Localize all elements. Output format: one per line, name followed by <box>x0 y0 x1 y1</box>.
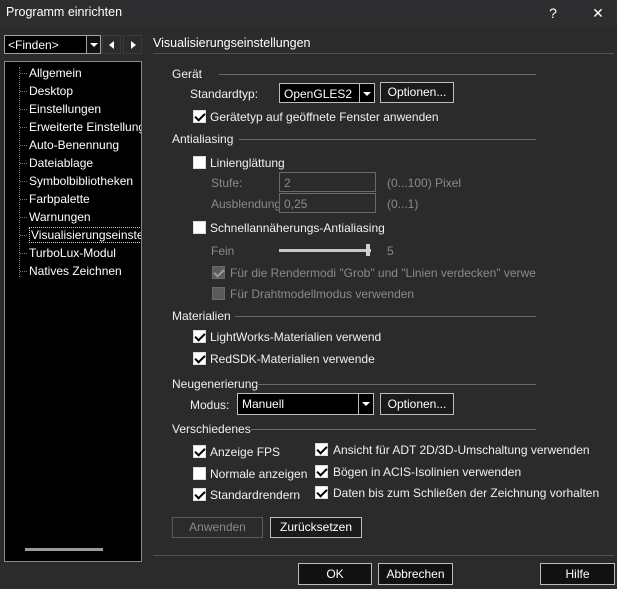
apply-open-windows-checkbox[interactable] <box>193 110 206 123</box>
modus-value: Manuell <box>242 397 285 411</box>
linienglaettung-label: Linienglättung <box>210 156 285 170</box>
ausblendung-value: 0,25 <box>284 197 308 211</box>
tree-item-einstellungen[interactable]: Einstellungen <box>19 100 101 118</box>
apply-open-windows-label: Gerätetyp auf geöffnete Fenster anwenden <box>210 110 439 124</box>
neugenerierung-optionen-button[interactable]: Optionen... <box>380 393 454 415</box>
lightworks-checkbox[interactable] <box>193 330 206 343</box>
footer-divider <box>153 555 614 556</box>
drahtmodell-checkbox[interactable] <box>212 287 225 300</box>
ausblendung-hint: (0...1) <box>387 197 419 211</box>
tree-item-natives-zeichnen[interactable]: Natives Zeichnen <box>19 262 122 280</box>
drahtmodell-label: Für Drahtmodellmodus verwenden <box>230 287 415 301</box>
daten-vorhalten-checkbox[interactable] <box>315 486 328 499</box>
fein-label: Fein <box>211 244 235 258</box>
tree-item-allgemein[interactable]: Allgemein <box>19 64 82 82</box>
modus-label: Modus: <box>190 398 230 412</box>
fein-slider[interactable] <box>279 249 371 252</box>
abbrechen-button[interactable]: Abbrechen <box>378 563 453 585</box>
boegen-acis-label: Bögen in ACIS-Isolinien verwenden <box>333 465 522 479</box>
panel-divider <box>153 53 614 54</box>
stufe-label: Stufe: <box>211 176 243 190</box>
stufe-hint: (0...100) Pixel <box>387 176 462 190</box>
tree-item-warnungen[interactable]: Warnungen <box>19 208 91 226</box>
standardrendern-label: Standardrendern <box>210 488 301 502</box>
group-heading-neugenerierung: Neugenerierung <box>172 377 259 391</box>
tree-item-desktop[interactable]: Desktop <box>19 82 73 100</box>
anzeige-fps-checkbox[interactable] <box>193 445 206 458</box>
group-heading-antialiasing: Antialiasing <box>172 132 234 146</box>
daten-vorhalten-label: Daten bis zum Schließen der Zeichnung vo… <box>333 486 600 500</box>
group-heading-geraet: Gerät <box>172 67 203 81</box>
group-rule <box>235 316 536 317</box>
search-combobox[interactable]: <Finden> <box>4 35 101 54</box>
arrow-left-icon <box>109 41 114 49</box>
arrow-right-icon <box>131 41 136 49</box>
schnellannaeherung-checkbox[interactable] <box>193 221 206 234</box>
rendermodi-checkbox[interactable] <box>212 266 225 279</box>
normale-anzeigen-label: Normale anzeigen <box>210 467 308 481</box>
adt-umschaltung-checkbox[interactable] <box>315 443 328 456</box>
panel-title: Visualisierungseinstellungen <box>153 36 311 50</box>
tree-item-turbolux-modul[interactable]: TurboLux-Modul <box>19 244 116 262</box>
search-value: <Finden> <box>8 38 59 52</box>
group-rule <box>239 139 536 140</box>
horizontal-scrollbar[interactable] <box>25 548 103 551</box>
boegen-acis-checkbox[interactable] <box>315 465 328 478</box>
anwenden-button[interactable]: Anwenden <box>172 517 263 538</box>
normale-anzeigen-checkbox[interactable] <box>193 467 206 480</box>
window-title: Programm einrichten <box>6 5 123 19</box>
tree-item-erweiterte-einstellungen[interactable]: Erweiterte Einstellung <box>19 118 141 136</box>
chevron-down-icon[interactable] <box>86 36 100 53</box>
modus-select[interactable]: Manuell <box>237 393 374 415</box>
group-rule <box>219 74 536 75</box>
tree-item-visualisierungseinstellungen[interactable]: Visualisierungseinste <box>19 226 141 244</box>
ok-button[interactable]: OK <box>298 563 372 585</box>
group-rule <box>251 429 536 430</box>
hilfe-button[interactable]: Hilfe <box>540 563 615 585</box>
ausblendung-input[interactable]: 0,25 <box>279 193 376 213</box>
tree-item-dateiablage[interactable]: Dateiablage <box>19 154 93 172</box>
chevron-down-icon[interactable] <box>359 84 374 102</box>
settings-tree[interactable]: Allgemein Desktop Einstellungen Erweiter… <box>4 61 142 562</box>
rendermodi-label: Für die Rendermodi "Grob" und "Linien ve… <box>230 266 536 280</box>
ausblendung-label: Ausblendung: <box>211 197 285 211</box>
close-button[interactable]: ✕ <box>583 2 613 24</box>
standardrendern-checkbox[interactable] <box>193 488 206 501</box>
redsdk-checkbox[interactable] <box>193 352 206 365</box>
nav-back-button[interactable] <box>102 35 121 54</box>
linienglaettung-checkbox[interactable] <box>193 156 206 169</box>
standardtyp-label: Standardtyp: <box>190 87 259 101</box>
tree-item-auto-benennung[interactable]: Auto-Benennung <box>19 136 119 154</box>
stufe-input[interactable]: 2 <box>279 172 376 192</box>
nav-forward-button[interactable] <box>123 35 142 54</box>
tree-item-symbolbibliotheken[interactable]: Symbolbibliotheken <box>19 172 133 190</box>
standardtyp-select[interactable]: OpenGLES2 <box>279 83 375 103</box>
group-heading-verschiedenes: Verschiedenes <box>172 422 251 436</box>
help-button[interactable]: ? <box>538 2 568 24</box>
adt-umschaltung-label: Ansicht für ADT 2D/3D-Umschaltung verwen… <box>333 443 590 457</box>
zuruecksetzen-button[interactable]: Zurücksetzen <box>270 517 362 538</box>
group-heading-materialien: Materialien <box>172 309 231 323</box>
stufe-value: 2 <box>284 176 291 190</box>
fein-value: 5 <box>387 244 394 258</box>
geraet-optionen-button[interactable]: Optionen... <box>380 82 454 103</box>
group-rule <box>256 384 536 385</box>
tree-item-farbpalette[interactable]: Farbpalette <box>19 190 90 208</box>
lightworks-label: LightWorks-Materialien verwend <box>210 330 382 344</box>
redsdk-label: RedSDK-Materialien verwende <box>210 352 375 366</box>
anzeige-fps-label: Anzeige FPS <box>210 445 281 459</box>
fein-slider-handle[interactable] <box>366 244 370 256</box>
chevron-down-icon[interactable] <box>358 394 373 414</box>
schnellannaeherung-label: Schnellannäherungs-Antialiasing <box>210 221 385 235</box>
standardtyp-value: OpenGLES2 <box>284 87 353 101</box>
